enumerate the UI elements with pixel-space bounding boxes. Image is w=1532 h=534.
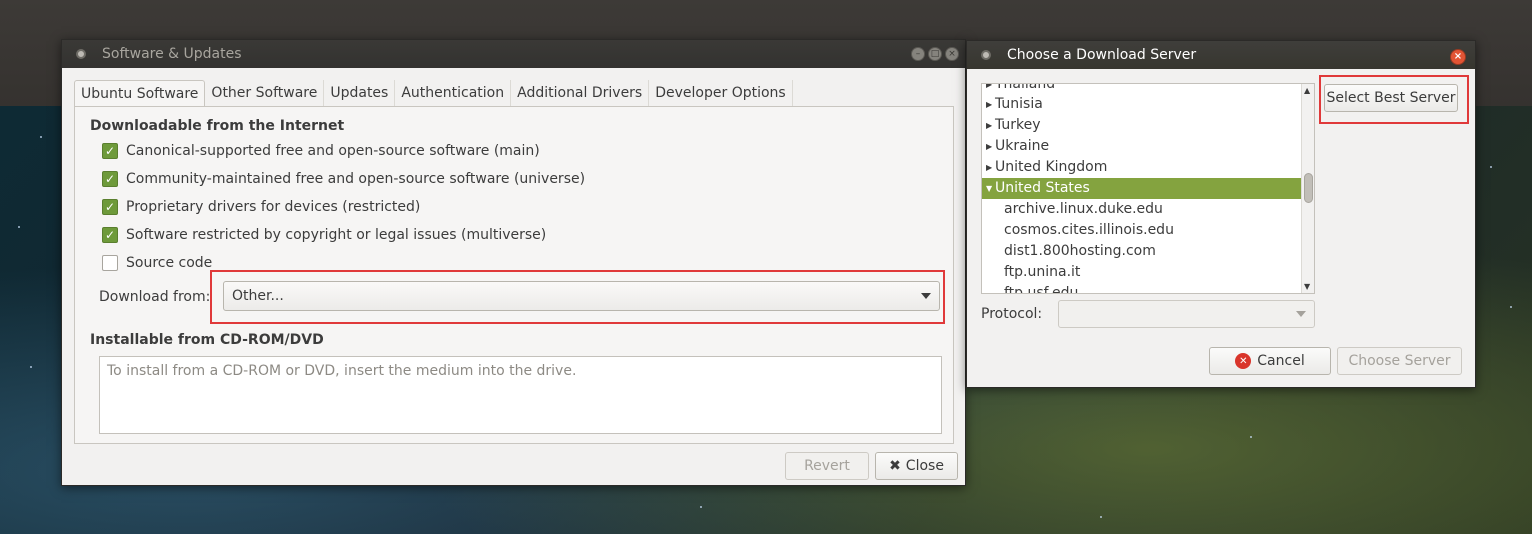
check-main-row[interactable]: ✓ Canonical-supported free and open-sour…	[102, 143, 540, 159]
tree-row-server[interactable]: archive.linux.duke.edu	[982, 199, 1302, 220]
scroll-down-icon[interactable]: ▼	[1304, 282, 1310, 291]
download-server-window: Choose a Download Server × ▶ Thailand ▶ …	[966, 40, 1476, 388]
tab-notebook: Ubuntu Software Other Software Updates A…	[74, 80, 954, 444]
check-multiverse-label: Software restricted by copyright or lega…	[126, 227, 547, 243]
check-restricted-checkbox[interactable]: ✓	[102, 199, 118, 215]
check-multiverse-row[interactable]: ✓ Software restricted by copyright or le…	[102, 227, 546, 243]
software-updates-window: Software & Updates – □ × Ubuntu Software…	[61, 39, 966, 486]
country-label: Thailand	[995, 83, 1056, 92]
server-tree[interactable]: ▶ Thailand ▶ Tunisia ▶ Turkey ▶ Ukraine …	[981, 83, 1315, 294]
tab-ubuntu-software[interactable]: Ubuntu Software	[74, 80, 206, 107]
window-menu-icon[interactable]	[76, 49, 86, 59]
tree-row-country[interactable]: ▶ United Kingdom	[982, 157, 1302, 178]
check-multiverse-checkbox[interactable]: ✓	[102, 227, 118, 243]
cdrom-box: To install from a CD-ROM or DVD, insert …	[99, 356, 942, 434]
protocol-combo[interactable]	[1058, 300, 1315, 328]
revert-button[interactable]: Revert	[785, 452, 869, 480]
check-restricted-row[interactable]: ✓ Proprietary drivers for devices (restr…	[102, 199, 420, 215]
tree-row-server[interactable]: ftp.unina.it	[982, 262, 1302, 283]
check-restricted-label: Proprietary drivers for devices (restric…	[126, 199, 421, 215]
downloadable-section-title: Downloadable from the Internet	[90, 118, 345, 134]
scroll-up-icon[interactable]: ▲	[1304, 86, 1310, 95]
close-window-icon[interactable]: ×	[945, 47, 959, 61]
tab-additional-drivers[interactable]: Additional Drivers	[511, 80, 650, 107]
tree-row-country[interactable]: ▶ Ukraine	[982, 136, 1302, 157]
combo-arrow-icon	[1296, 311, 1306, 317]
close-button-label: Close	[905, 458, 944, 474]
tab-other-software[interactable]: Other Software	[205, 80, 325, 107]
check-main-checkbox[interactable]: ✓	[102, 143, 118, 159]
cdrom-section-title: Installable from CD-ROM/DVD	[90, 332, 324, 348]
close-window-icon[interactable]: ×	[1450, 48, 1466, 65]
tree-row-server[interactable]: ftp.usf.edu	[982, 283, 1302, 294]
download-server-titlebar[interactable]: Choose a Download Server ×	[967, 41, 1475, 69]
expander-collapsed-icon[interactable]: ▶	[986, 157, 992, 178]
window-title: Software & Updates	[102, 46, 242, 62]
choose-server-button[interactable]: Choose Server	[1337, 347, 1462, 375]
cdrom-text: To install from a CD-ROM or DVD, insert …	[107, 363, 577, 379]
country-label: Turkey	[995, 117, 1041, 133]
tab-developer-options[interactable]: Developer Options	[649, 80, 793, 107]
tree-row-country[interactable]: ▶ Tunisia	[982, 94, 1302, 115]
server-label: cosmos.cites.illinois.edu	[1004, 222, 1174, 238]
cancel-icon: ✕	[1235, 353, 1252, 369]
software-updates-titlebar[interactable]: Software & Updates – □ ×	[62, 40, 965, 68]
scroll-thumb[interactable]	[1304, 173, 1313, 203]
close-button[interactable]: ✖ Close	[875, 452, 958, 480]
check-source-label: Source code	[126, 255, 213, 271]
country-label: Ukraine	[995, 138, 1050, 154]
cancel-button-label: Cancel	[1257, 353, 1305, 369]
country-label: United Kingdom	[995, 159, 1108, 175]
check-universe-label: Community-maintained free and open-sourc…	[126, 171, 586, 187]
minimize-icon[interactable]: –	[911, 47, 925, 61]
protocol-label: Protocol:	[981, 306, 1043, 322]
server-label: dist1.800hosting.com	[1004, 243, 1156, 259]
expander-collapsed-icon[interactable]: ▶	[986, 94, 992, 115]
server-label: archive.linux.duke.edu	[1004, 201, 1163, 217]
check-universe-row[interactable]: ✓ Community-maintained free and open-sou…	[102, 171, 585, 187]
expander-collapsed-icon[interactable]: ▶	[986, 136, 992, 157]
tab-authentication[interactable]: Authentication	[395, 80, 512, 107]
tree-row-server[interactable]: cosmos.cites.illinois.edu	[982, 220, 1302, 241]
window-title: Choose a Download Server	[1007, 47, 1197, 63]
tree-row-server[interactable]: dist1.800hosting.com	[982, 241, 1302, 262]
window-menu-icon[interactable]	[981, 50, 991, 60]
server-label: ftp.unina.it	[1004, 264, 1081, 280]
download-from-label: Download from:	[99, 289, 211, 305]
cancel-button[interactable]: ✕ Cancel	[1209, 347, 1331, 375]
country-label: United States	[995, 180, 1090, 196]
tab-bar: Ubuntu Software Other Software Updates A…	[74, 80, 793, 107]
tree-row-country[interactable]: ▶ Turkey	[982, 115, 1302, 136]
check-source-checkbox[interactable]	[102, 255, 118, 271]
expander-expanded-icon[interactable]: ▼	[986, 178, 992, 199]
ubuntu-software-page: Downloadable from the Internet ✓ Canonic…	[74, 106, 954, 444]
maximize-icon[interactable]: □	[928, 47, 942, 61]
tree-row-selected-country[interactable]: ▼ United States	[982, 178, 1302, 199]
tab-updates[interactable]: Updates	[324, 80, 396, 107]
check-main-label: Canonical-supported free and open-source…	[126, 143, 540, 159]
expander-collapsed-icon[interactable]: ▶	[986, 115, 992, 136]
check-source-row[interactable]: Source code	[102, 255, 212, 271]
check-universe-checkbox[interactable]: ✓	[102, 171, 118, 187]
country-label: Tunisia	[995, 96, 1043, 112]
close-x-icon: ✖	[889, 458, 901, 474]
server-label: ftp.usf.edu	[1004, 285, 1079, 294]
download-from-highlight	[210, 270, 945, 324]
server-list-scrollbar[interactable]: ▲ ▼	[1301, 84, 1314, 293]
select-best-highlight	[1319, 75, 1469, 124]
